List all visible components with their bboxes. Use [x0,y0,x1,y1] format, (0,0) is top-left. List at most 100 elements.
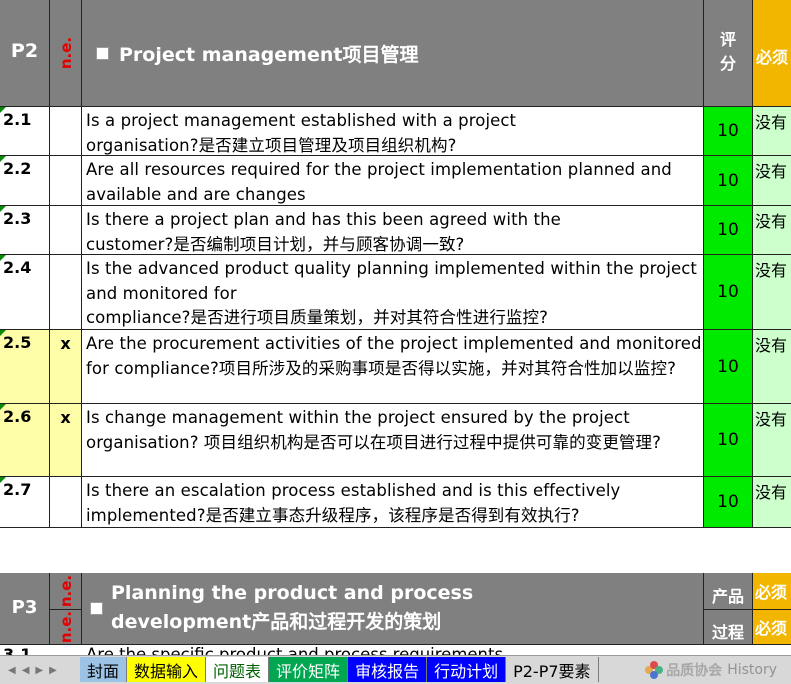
p3-score-cell[interactable]: 产品 过程 [704,573,753,645]
section-id: P2 [10,40,39,62]
extra-value: 没有 [755,410,788,429]
question-id-cell[interactable]: 2.4 [0,255,50,330]
score-header: 评分 [704,28,752,76]
extra-cell[interactable]: 没有 [753,107,791,156]
table-row: 2.6 x Is change management within the proj… [0,404,791,477]
question-text-line: for compliance?项目所涉及的采购事项是否得以实施，并对其符合性加以… [86,358,676,378]
table-row: 2.4 Is the advanced product quality plann… [0,255,791,330]
extra-cell[interactable]: 没有 [753,156,791,206]
question-id-cell[interactable]: 2.7 [0,477,50,528]
extra-header-cell[interactable]: 必须 [753,0,791,107]
p3-ne-label-bottom: n.e. [56,610,75,644]
question-id: 2.6 [3,407,32,426]
extra-value: 没有 [755,261,788,280]
ne-cell[interactable] [50,255,82,330]
score-cell[interactable]: 10 [704,477,753,528]
score-cell[interactable]: 10 [704,255,753,330]
extra-cell[interactable]: 没有 [753,206,791,255]
score-cell[interactable]: 10 [704,330,753,404]
p3-id-cell[interactable]: P3 [0,573,50,645]
question-id: 2.3 [3,209,32,228]
question-id: 2.2 [3,159,32,178]
p3-title-line1: Planning the product and process [111,582,474,604]
extra-value: 没有 [755,336,788,355]
sheet-tab[interactable]: 封面 [80,657,128,682]
question-cell[interactable]: Is the advanced product quality planning… [82,255,704,330]
extra-value: 没有 [755,162,788,181]
question-text-line: Are the procurement activities of the pr… [86,334,702,353]
watermark-text: 品质协会 [666,663,723,679]
question-id-cell[interactable]: 2.3 [0,206,50,255]
scroll-last-icon[interactable]: ▶ [49,665,57,676]
question-cell[interactable]: Is there a project plan and has this bee… [82,206,704,255]
question-text-line: organisation? 项目组织机构是否可以在项目进行过程中提供可靠的变更管… [86,432,661,452]
question-cell[interactable]: Is change management within the project … [82,404,704,477]
score-value: 10 [717,121,739,141]
sheet-tab[interactable]: 数据输入 [127,657,207,682]
section-header-p3: P3 n.e. n.e. Planning the product and pr… [0,573,791,645]
comment-marker-icon [0,404,6,410]
ne-cell[interactable] [50,206,82,255]
score-header-cell[interactable]: 评分 [704,0,753,107]
sheet-tab-bar: ◀ ◀ ▶ ▶ 封面 数据输入 问题表 评价矩阵 审核报告 行动计划 P2-P7要素 品质协… [0,655,791,684]
question-text-line: and monitored for [86,283,237,303]
ne-cell[interactable] [50,156,82,206]
extra-cell[interactable]: 没有 [753,477,791,528]
question-cell[interactable]: Are all resources required for the proje… [82,156,704,206]
question-id-cell[interactable]: 2.6 [0,404,50,477]
question-text-line: Is there an escalation process establish… [86,481,621,500]
p3-title-cell[interactable]: Planning the product and process develop… [82,573,704,645]
ne-cell[interactable] [50,107,82,156]
p3-extra-bottom: 必须 [755,619,788,638]
ne-cell[interactable]: x [50,330,82,404]
p3-extra-cell[interactable]: 必须 必须 [753,573,791,645]
extra-cell[interactable]: 没有 [753,330,791,404]
section-title-cell[interactable]: Project management项目管理 [82,0,704,107]
table-row: 2.7 Is there an escalation process establ… [0,477,791,528]
score-cell[interactable]: 10 [704,206,753,255]
question-cell[interactable]: Are the procurement activities of the pr… [82,330,704,404]
question-id: 2.4 [3,258,32,277]
ne-cell[interactable] [50,477,82,528]
sheet-tab[interactable]: P2-P7要素 [506,657,599,682]
sheet-tab[interactable]: 审核报告 [348,657,428,682]
score-header-char: 评 [719,30,736,49]
question-cell[interactable]: Is a project management established with… [82,107,704,156]
question-id: 2.1 [3,110,32,129]
comment-marker-icon [0,107,6,113]
extra-cell[interactable]: 没有 [753,404,791,477]
sheet-tab[interactable]: 问题表 [206,657,270,682]
score-header-char: 分 [719,54,736,73]
comment-marker-icon [0,477,6,483]
question-id-cell[interactable]: 2.1 [0,107,50,156]
sheet-tab[interactable]: 行动计划 [427,657,507,682]
scroll-prev-icon[interactable]: ◀ [22,665,30,676]
score-value: 10 [717,282,739,302]
p3-section-id: P3 [11,597,38,618]
tab-scroll-buttons[interactable]: ◀ ◀ ▶ ▶ [0,656,80,684]
score-cell[interactable]: 10 [704,404,753,477]
question-id-cell[interactable]: 2.5 [0,330,50,404]
sheet-tabs: 封面 数据输入 问题表 评价矩阵 审核报告 行动计划 P2-P7要素 [80,656,599,683]
question-text-line: compliance?是否进行项目质量策划，并对其符合性进行监控? [86,308,548,327]
scroll-next-icon[interactable]: ▶ [35,665,43,676]
score-cell[interactable]: 10 [704,107,753,156]
table-row: 2.1 Is a project management established w… [0,107,791,156]
history-tab[interactable]: History [727,662,777,678]
ne-mark: x [60,408,71,427]
question-text-line: Is there a project plan and has this bee… [86,210,561,229]
section-title: Project management项目管理 [119,44,419,66]
question-id-cell[interactable]: 2.2 [0,156,50,206]
ne-cell[interactable]: x [50,404,82,477]
question-cell[interactable]: Is there an escalation process establish… [82,477,704,528]
extra-value: 没有 [755,113,788,132]
score-value: 10 [717,430,739,450]
score-cell[interactable]: 10 [704,156,753,206]
ne-header-cell[interactable]: n.e. [50,0,82,107]
p3-ne-cell[interactable]: n.e. n.e. [50,573,82,645]
comment-marker-icon [0,156,6,162]
scroll-first-icon[interactable]: ◀ [8,665,16,676]
sheet-tab[interactable]: 评价矩阵 [269,657,349,682]
extra-cell[interactable]: 没有 [753,255,791,330]
section-id-cell[interactable]: P2 [0,0,50,107]
